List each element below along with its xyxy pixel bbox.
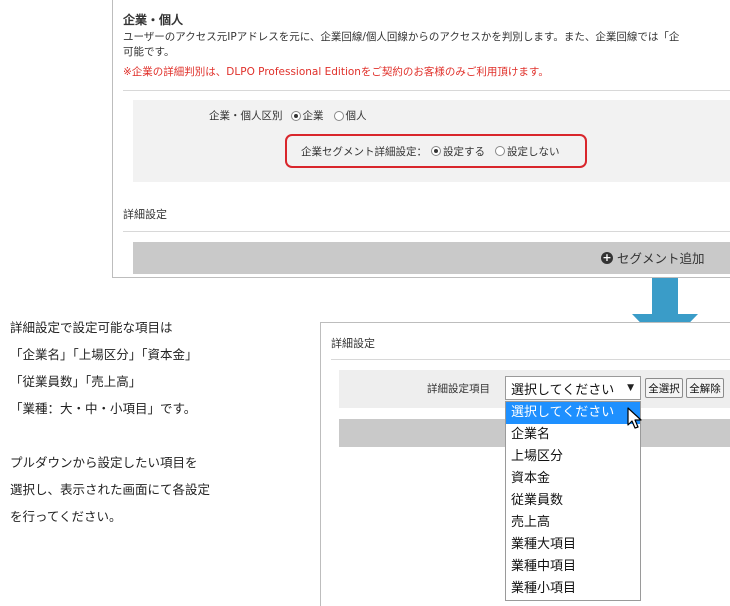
- type-option-company[interactable]: 企業: [290, 108, 324, 123]
- dropdown-option[interactable]: 業種大項目: [506, 534, 640, 556]
- detail-item-label: 詳細設定項目: [427, 383, 490, 395]
- type-option-individual-label: 個人: [345, 110, 367, 122]
- detail-item-dropdown-list: 選択してください 企業名 上場区分 資本金 従業員数 売上高 業種大項目 業種中…: [505, 401, 641, 601]
- segment-option-enable-label: 設定する: [443, 145, 485, 158]
- segment-option-disable[interactable]: 設定しない: [495, 144, 560, 159]
- instruction-line: 選択し、表示された画面にて各設定: [10, 482, 211, 497]
- detail-item-select-value: 選択してください: [511, 382, 615, 398]
- dropdown-option[interactable]: 従業員数: [506, 490, 640, 512]
- add-segment-button[interactable]: + セグメント追加: [601, 248, 705, 267]
- instruction-line: を行ってください。: [10, 509, 122, 524]
- type-option-individual[interactable]: 個人: [333, 108, 367, 123]
- segment-option-enable[interactable]: 設定する: [431, 144, 485, 159]
- plus-circle-icon: +: [601, 250, 613, 264]
- mouse-pointer-icon: [627, 407, 642, 429]
- segment-detail-label: 企業セグメント詳細設定：: [301, 145, 427, 158]
- type-row: 企業・個人区別 企業 個人: [209, 108, 377, 123]
- radio-company[interactable]: [290, 110, 301, 121]
- select-all-button[interactable]: 全選択: [645, 378, 683, 398]
- instruction-line: 「業種：大・中・小項目」です。: [10, 401, 197, 416]
- caret-down-icon: ▼: [627, 383, 634, 393]
- segment-option-disable-label: 設定しない: [507, 145, 560, 158]
- detail-item-select[interactable]: 選択してください ▼: [505, 376, 641, 400]
- instruction-line: プルダウンから設定したい項目を: [10, 455, 198, 470]
- description-line-1: ユーザーのアクセス元IPアドレスを元に、企業回線/個人回線からのアクセスかを判別…: [123, 31, 680, 43]
- dropdown-option[interactable]: 業種中項目: [506, 556, 640, 578]
- segment-detail-highlight: 企業セグメント詳細設定： 設定する 設定しない: [285, 134, 587, 168]
- section-title: 企業・個人: [123, 13, 184, 27]
- divider: [123, 231, 730, 232]
- detail-settings-panel: 詳細設定 詳細設定項目 選択してください ▼ 全選択 全解除 選択してください …: [320, 322, 730, 606]
- type-option-company-label: 企業: [302, 110, 324, 122]
- dropdown-option[interactable]: 企業名: [506, 424, 640, 446]
- detail-settings-title: 詳細設定: [331, 337, 375, 350]
- instruction-line: 「従業員数」「売上高」: [10, 374, 142, 389]
- detail-settings-title: 詳細設定: [123, 208, 167, 221]
- divider: [331, 359, 730, 360]
- description-line-2: 可能です。: [123, 46, 175, 58]
- instruction-text: 詳細設定で設定可能な項目は 「企業名」「上場区分」「資本金」 「従業員数」「売上…: [10, 314, 210, 530]
- add-segment-label: セグメント追加: [617, 251, 705, 266]
- customer-type-settings-panel: 企業・個人 ユーザーのアクセス元IPアドレスを元に、企業回線/個人回線からのアク…: [112, 0, 730, 278]
- divider: [123, 90, 730, 91]
- instruction-line: 詳細設定で設定可能な項目は: [10, 320, 173, 335]
- radio-enable[interactable]: [431, 146, 441, 156]
- dropdown-option[interactable]: 選択してください: [506, 402, 640, 424]
- type-label: 企業・個人区別: [209, 110, 283, 122]
- radio-individual[interactable]: [333, 110, 344, 121]
- section-description: ユーザーのアクセス元IPアドレスを元に、企業回線/個人回線からのアクセスかを判別…: [123, 30, 730, 60]
- dropdown-option[interactable]: 業種小項目: [506, 578, 640, 600]
- dropdown-option[interactable]: 売上高: [506, 512, 640, 534]
- edition-note: ※企業の詳細判別は、DLPO Professional Editionをご契約の…: [123, 66, 549, 78]
- dropdown-option[interactable]: 資本金: [506, 468, 640, 490]
- dropdown-option[interactable]: 上場区分: [506, 446, 640, 468]
- clear-all-button[interactable]: 全解除: [686, 378, 724, 398]
- radio-disable[interactable]: [495, 146, 505, 156]
- instruction-line: 「企業名」「上場区分」「資本金」: [10, 347, 198, 362]
